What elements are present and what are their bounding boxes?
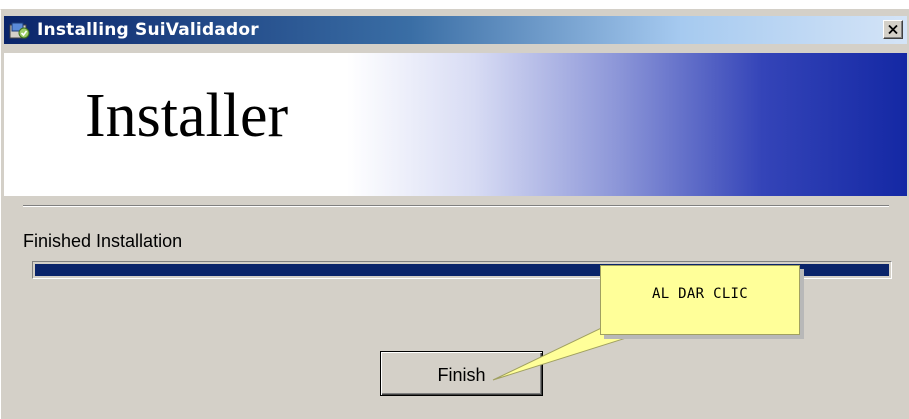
separator	[23, 205, 889, 207]
close-button[interactable]	[883, 20, 903, 39]
installer-app-icon	[9, 22, 30, 39]
title-bar[interactable]: Installing SuiValidador	[4, 16, 907, 44]
window-title: Installing SuiValidador	[37, 20, 259, 40]
annotation-callout: AL DAR CLIC	[600, 265, 800, 335]
banner-title: Installer	[85, 82, 289, 150]
finish-button[interactable]: Finish	[380, 351, 543, 396]
installer-banner: Installer	[4, 53, 907, 196]
status-text: Finished Installation	[23, 231, 183, 251]
installer-window: Installing SuiValidador Installer Finish…	[0, 9, 909, 419]
close-icon	[888, 25, 898, 34]
